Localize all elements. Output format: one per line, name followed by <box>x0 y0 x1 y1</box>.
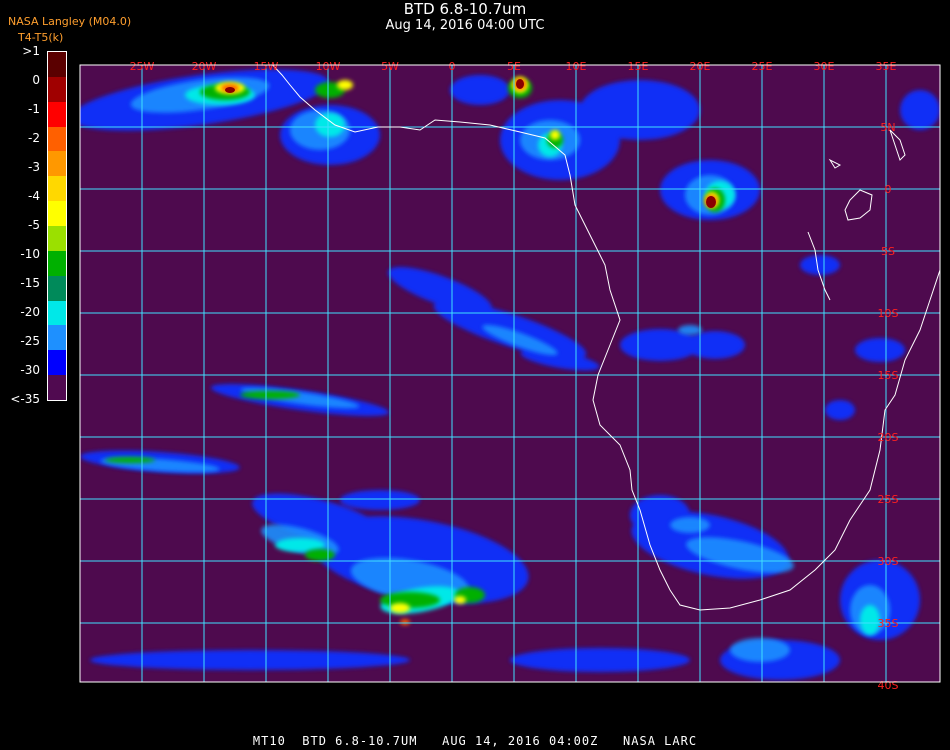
colorbar-tick-label: -30 <box>20 363 40 377</box>
colorbar-tick-label: -3 <box>28 160 40 174</box>
colorbar-tick-label: 0 <box>32 73 40 87</box>
longitude-label: 35E <box>876 60 897 73</box>
longitude-label: 15W <box>254 60 279 73</box>
colorbar-segment <box>48 76 66 102</box>
colorbar <box>47 51 67 401</box>
colorbar-tick-label: -5 <box>28 218 40 232</box>
latitude-label: 0 <box>885 183 892 196</box>
colorbar-tick-label: -10 <box>20 247 40 261</box>
colorbar-segment <box>48 126 66 152</box>
colorbar-segment <box>48 52 66 77</box>
colorbar-tick-label: -15 <box>20 276 40 290</box>
latitude-label: 20S <box>878 431 899 444</box>
colorbar-segment <box>48 325 66 351</box>
colorbar-segment <box>48 226 66 251</box>
image-title: BTD 6.8-10.7um <box>403 0 527 18</box>
colorbar-segment <box>48 275 66 301</box>
image-timestamp: Aug 14, 2016 04:00 UTC <box>385 18 545 33</box>
footer-caption: MT10 BTD 6.8-10.7UM AUG 14, 2016 04:00Z … <box>252 734 698 748</box>
colorbar-segment <box>48 151 66 177</box>
colorbar-segment <box>48 300 66 326</box>
colorbar-tick-label: >1 <box>22 44 40 58</box>
colorbar-segment <box>48 250 66 276</box>
agency-label: NASA Langley (M04.0) <box>8 15 132 28</box>
colorbar-segment <box>48 176 66 202</box>
latitude-label: 25S <box>878 493 899 506</box>
longitude-label: 30E <box>814 60 835 73</box>
colorbar-segment <box>48 375 66 401</box>
latitude-label: 15S <box>878 369 899 382</box>
longitude-label: 10W <box>316 60 341 73</box>
latitude-label: 35S <box>878 617 899 630</box>
longitude-label: 20W <box>192 60 217 73</box>
colorbar-tick-label: <-35 <box>10 392 40 406</box>
colorbar-tick-label: -20 <box>20 305 40 319</box>
longitude-label: 15E <box>628 60 649 73</box>
colorbar-tick-label: -25 <box>20 334 40 348</box>
longitude-label: 20E <box>690 60 711 73</box>
latitude-label: 5N <box>880 121 895 134</box>
title-block: BTD 6.8-10.7um Aug 14, 2016 04:00 UTC <box>330 0 600 33</box>
units-label: T4-T5(k) <box>18 31 64 44</box>
satellite-map: 25W 20W 15W 10W 5W 0 5E 10E 15E 20E 25E 30E 35E 5N 0 5… <box>79 60 941 692</box>
longitude-label: 5W <box>381 60 399 73</box>
longitude-label: 5E <box>507 60 521 73</box>
colorbar-segment <box>48 201 66 227</box>
latitude-label: 5S <box>881 245 895 258</box>
colorbar-tick-label: -1 <box>28 102 40 116</box>
longitude-label: 25E <box>752 60 773 73</box>
colorbar-tick-label: -4 <box>28 189 40 203</box>
latitude-label: 40S <box>878 679 899 692</box>
colorbar-segment <box>48 350 66 376</box>
longitude-label: 0 <box>449 60 456 73</box>
longitude-label: 25W <box>130 60 155 73</box>
colorbar-segment <box>48 101 66 127</box>
latitude-label: 30S <box>878 555 899 568</box>
longitude-label: 10E <box>566 60 587 73</box>
latitude-label: 10S <box>878 307 899 320</box>
colorbar-tick-label: -2 <box>28 131 40 145</box>
